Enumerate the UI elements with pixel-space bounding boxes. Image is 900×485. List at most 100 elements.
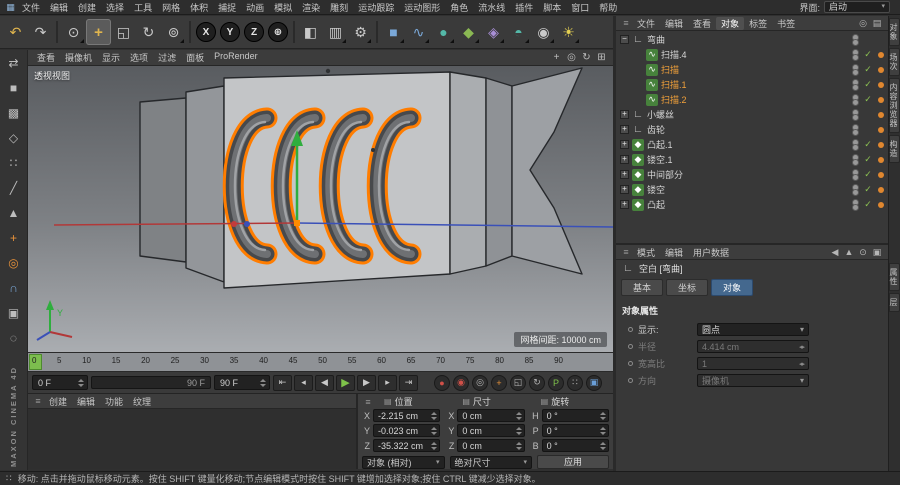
- add-deformer-icon[interactable]: ◈: [481, 19, 506, 45]
- layer-dot-icon[interactable]: [878, 112, 884, 118]
- attribute-control[interactable]: 圆点: [697, 323, 809, 336]
- autokeying-button[interactable]: ◉: [453, 375, 469, 391]
- keyframe-selection-button[interactable]: ◎: [472, 375, 488, 391]
- visibility-toggles-icon[interactable]: [852, 49, 857, 61]
- view-label[interactable]: 透视视图: [34, 69, 70, 82]
- viewport-menu-item[interactable]: 选项: [125, 51, 153, 64]
- menu-item[interactable]: 模拟: [269, 3, 297, 13]
- next-key-button[interactable]: ▸: [378, 375, 397, 391]
- layer-dot-icon[interactable]: [878, 52, 884, 58]
- attribute-tab[interactable]: 坐标: [666, 279, 708, 296]
- last-used-tool-icon[interactable]: ⊚: [161, 19, 186, 45]
- add-generator-icon[interactable]: ◆: [456, 19, 481, 45]
- rotate-tool-icon[interactable]: ↻: [136, 19, 161, 45]
- panel-menu-icon[interactable]: ≡: [362, 397, 374, 407]
- attribute-tab[interactable]: 基本: [621, 279, 663, 296]
- record-keyframe-button[interactable]: ●: [434, 375, 450, 391]
- object-type-icon[interactable]: ∿: [646, 79, 658, 91]
- visibility-toggles-icon[interactable]: [852, 169, 857, 181]
- position-field[interactable]: -0.023 cm: [373, 424, 440, 437]
- visibility-toggles-icon[interactable]: [852, 199, 857, 211]
- object-name[interactable]: 扫描.4: [661, 48, 849, 61]
- object-row[interactable]: ∿ 扫描.4: [616, 47, 888, 62]
- object-row[interactable]: + ◆ 凸起: [616, 197, 888, 212]
- workplane-lock-icon[interactable]: ▣: [3, 303, 25, 323]
- add-subdivision-surface-icon[interactable]: ●: [431, 19, 456, 45]
- material-list-area[interactable]: [28, 409, 356, 469]
- viewport-menu-item[interactable]: 查看: [32, 51, 60, 64]
- scale-tool-icon[interactable]: ◱: [111, 19, 136, 45]
- object-row[interactable]: + ∟ 齿轮: [616, 122, 888, 137]
- visibility-toggles-icon[interactable]: [852, 34, 857, 46]
- interface-select[interactable]: 启动▾: [824, 1, 890, 13]
- enable-check-icon[interactable]: [863, 94, 873, 105]
- move-tool-icon[interactable]: +: [86, 19, 111, 45]
- render-to-picture-viewer-icon[interactable]: ▥: [323, 19, 348, 45]
- coordinate-system-icon[interactable]: ⊕: [268, 22, 288, 42]
- viewport-menu-item[interactable]: ProRender: [209, 51, 263, 64]
- add-spline-icon[interactable]: ∿: [406, 19, 431, 45]
- panel-menu-icon[interactable]: ≡: [620, 18, 632, 28]
- object-type-icon[interactable]: ◆: [632, 199, 644, 211]
- visibility-toggles-icon[interactable]: [852, 94, 857, 106]
- add-environment-icon[interactable]: ◓: [506, 19, 531, 45]
- texture-mode-icon[interactable]: ▩: [3, 103, 25, 123]
- menu-item[interactable]: 脚本: [538, 3, 566, 13]
- enable-check-icon[interactable]: [863, 154, 873, 165]
- add-light-icon[interactable]: ☀: [556, 19, 581, 45]
- history-back-icon[interactable]: ◀: [828, 247, 842, 258]
- layer-dot-icon[interactable]: [878, 82, 884, 88]
- object-name[interactable]: 镂空: [647, 183, 849, 196]
- material-menu-item[interactable]: 创建: [44, 395, 72, 408]
- apply-button[interactable]: 应用: [537, 455, 609, 469]
- menu-item[interactable]: 体积: [185, 3, 213, 13]
- panel-menu-icon[interactable]: ≡: [620, 247, 632, 257]
- visibility-toggles-icon[interactable]: [852, 124, 857, 136]
- object-row[interactable]: + ◆ 镂空: [616, 182, 888, 197]
- zoom-view-icon[interactable]: ◎: [564, 52, 579, 63]
- expander-icon[interactable]: +: [620, 200, 629, 209]
- record-parameter-button[interactable]: P: [548, 375, 564, 391]
- layer-dot-icon[interactable]: [878, 67, 884, 73]
- size-field[interactable]: 0 cm: [457, 439, 524, 452]
- add-cube-icon[interactable]: ■: [381, 19, 406, 45]
- object-name[interactable]: 凸起: [647, 198, 849, 211]
- attribute-control[interactable]: 摄像机: [697, 374, 809, 387]
- stepper-icon[interactable]: [260, 379, 266, 387]
- object-name[interactable]: 小螺丝: [647, 108, 849, 121]
- enable-check-icon[interactable]: [863, 64, 873, 75]
- object-type-icon[interactable]: ∿: [646, 64, 658, 76]
- previous-key-button[interactable]: ◂: [294, 375, 313, 391]
- menu-item[interactable]: 雕刻: [325, 3, 353, 13]
- frame-range-slider[interactable]: 90 F: [91, 376, 211, 389]
- enable-check-icon[interactable]: [863, 169, 873, 180]
- size-field[interactable]: 0 cm: [457, 424, 524, 437]
- coords-mode-select[interactable]: 对象 (相对)▾: [362, 456, 445, 469]
- record-rotation-button[interactable]: ↻: [529, 375, 545, 391]
- layer-dot-icon[interactable]: [878, 172, 884, 178]
- object-row[interactable]: + ◆ 凸起.1: [616, 137, 888, 152]
- object-row[interactable]: + ∟ 小螺丝: [616, 107, 888, 122]
- object-name[interactable]: 扫描: [661, 63, 849, 76]
- viewport-menu-item[interactable]: 面板: [181, 51, 209, 64]
- lock-z-axis-icon[interactable]: Z: [244, 22, 264, 42]
- enable-check-icon[interactable]: [863, 79, 873, 90]
- object-row[interactable]: + ◆ 中间部分: [616, 167, 888, 182]
- lock-icon[interactable]: ▣: [870, 247, 884, 258]
- material-menu-item[interactable]: 编辑: [72, 395, 100, 408]
- object-type-icon[interactable]: ∟: [632, 124, 644, 136]
- object-name[interactable]: 中间部分: [647, 168, 849, 181]
- previous-frame-button[interactable]: ◀: [315, 375, 334, 391]
- keyframe-dot-icon[interactable]: [628, 344, 633, 349]
- object-name[interactable]: 凸起.1: [647, 138, 849, 151]
- rotation-field[interactable]: 0 °: [542, 439, 609, 452]
- menu-item[interactable]: 创建: [73, 3, 101, 13]
- attribute-menu-item[interactable]: 用户数据: [688, 246, 734, 259]
- interaction-lock-icon[interactable]: ◌: [3, 328, 25, 348]
- app-logo-icon[interactable]: ▦: [4, 2, 17, 13]
- visibility-toggles-icon[interactable]: [852, 64, 857, 76]
- menu-item[interactable]: 动画: [241, 3, 269, 13]
- size-mode-select[interactable]: 绝对尺寸▾: [450, 456, 533, 469]
- object-row[interactable]: ∿ 扫描: [616, 62, 888, 77]
- expander-icon[interactable]: +: [620, 170, 629, 179]
